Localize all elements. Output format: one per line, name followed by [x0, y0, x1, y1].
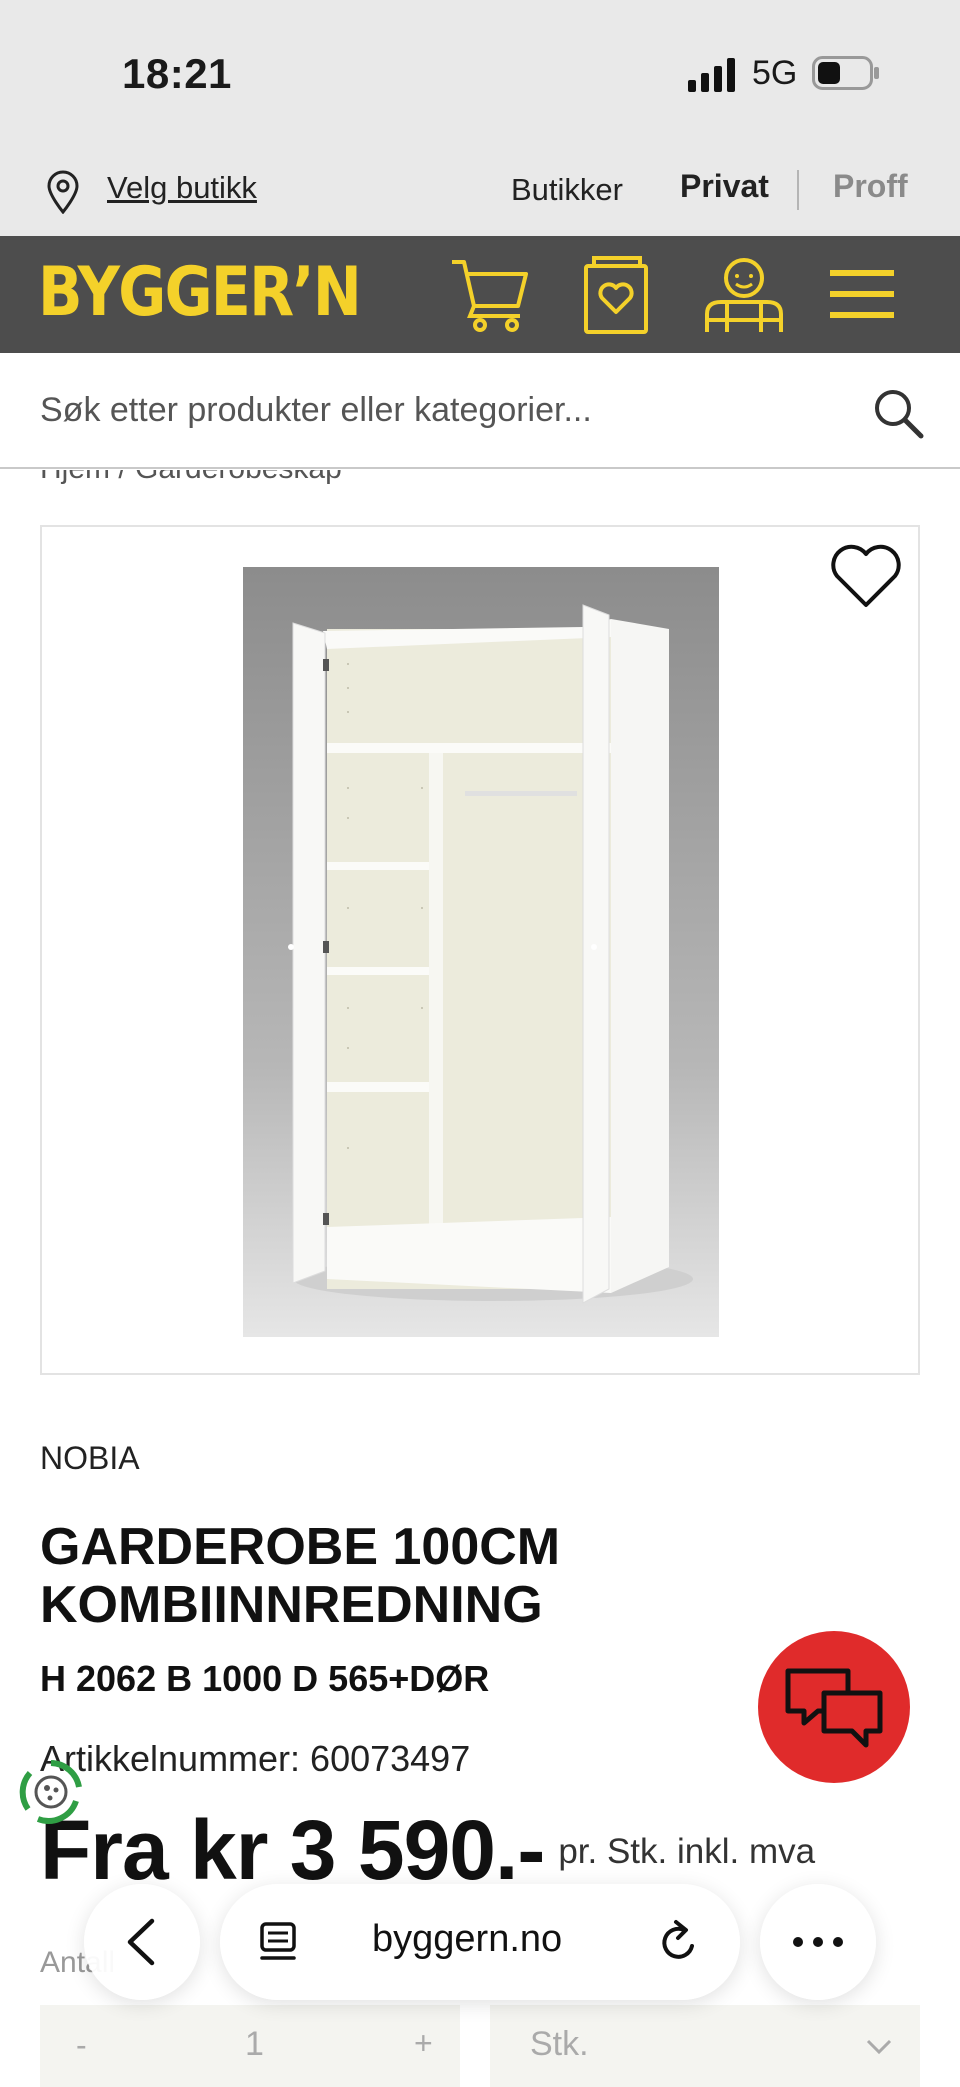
pro-toggle[interactable]: Proff	[833, 168, 908, 205]
utility-bar: Velg butikk Butikker Privat Proff	[0, 150, 960, 236]
reader-mode-icon[interactable]	[256, 1920, 300, 1964]
product-title: GARDEROBE 100CM KOMBIINNREDNING	[40, 1518, 561, 1634]
chat-button[interactable]	[758, 1631, 910, 1783]
address-bar[interactable]: byggern.no	[220, 1884, 740, 2000]
article-number: Artikkelnummer: 60073497	[40, 1738, 471, 1779]
stores-link[interactable]: Butikker	[511, 172, 623, 208]
browser-more-button[interactable]	[760, 1884, 876, 2000]
private-toggle[interactable]: Privat	[680, 168, 769, 205]
quantity-increase-button[interactable]: +	[414, 2025, 433, 2062]
chevron-down-icon	[866, 2039, 892, 2055]
unit-value: Stk.	[530, 2025, 589, 2063]
search-input[interactable]	[0, 353, 860, 467]
divider	[797, 170, 799, 210]
quantity-decrease-button[interactable]: -	[76, 2027, 87, 2064]
product-dimensions: H 2062 B 1000 D 565+DØR	[40, 1658, 490, 1699]
product-image[interactable]	[243, 567, 719, 1337]
reload-icon[interactable]	[656, 1918, 702, 1966]
favorite-heart-icon[interactable]	[829, 542, 903, 610]
quantity-value[interactable]: 1	[245, 2025, 264, 2064]
browser-back-button[interactable]	[84, 1884, 200, 2000]
status-time: 18:21	[122, 50, 232, 97]
recycling-badge-icon[interactable]	[16, 1757, 86, 1827]
select-store-link[interactable]: Velg butikk	[107, 170, 257, 206]
browser-toolbar: byggern.no	[0, 1862, 960, 2012]
status-bar: 18:21 5G	[0, 0, 960, 150]
cart-icon[interactable]	[450, 254, 532, 334]
chat-bubbles-icon	[785, 1668, 883, 1748]
search-bar	[0, 353, 960, 469]
url-text[interactable]: byggern.no	[372, 1918, 562, 1961]
signal-icon	[688, 58, 735, 92]
quantity-stepper[interactable]: - 1 +	[40, 2005, 460, 2087]
chevron-left-icon	[127, 1918, 155, 1966]
location-pin-icon	[47, 170, 79, 214]
byggern-logo[interactable]: BYGGER’N	[38, 255, 362, 331]
site-header: BYGGER’N	[0, 236, 960, 353]
battery-icon	[812, 56, 879, 90]
product-brand[interactable]: NOBIA	[40, 1440, 140, 1477]
product-image-card	[40, 525, 920, 1375]
unit-select[interactable]: Stk.	[490, 2005, 920, 2087]
wishlist-icon[interactable]	[582, 254, 650, 336]
menu-icon[interactable]	[830, 266, 894, 322]
more-dots-icon	[793, 1937, 843, 1947]
network-type: 5G	[752, 54, 798, 92]
user-icon[interactable]	[703, 254, 785, 334]
search-icon[interactable]	[872, 387, 924, 439]
